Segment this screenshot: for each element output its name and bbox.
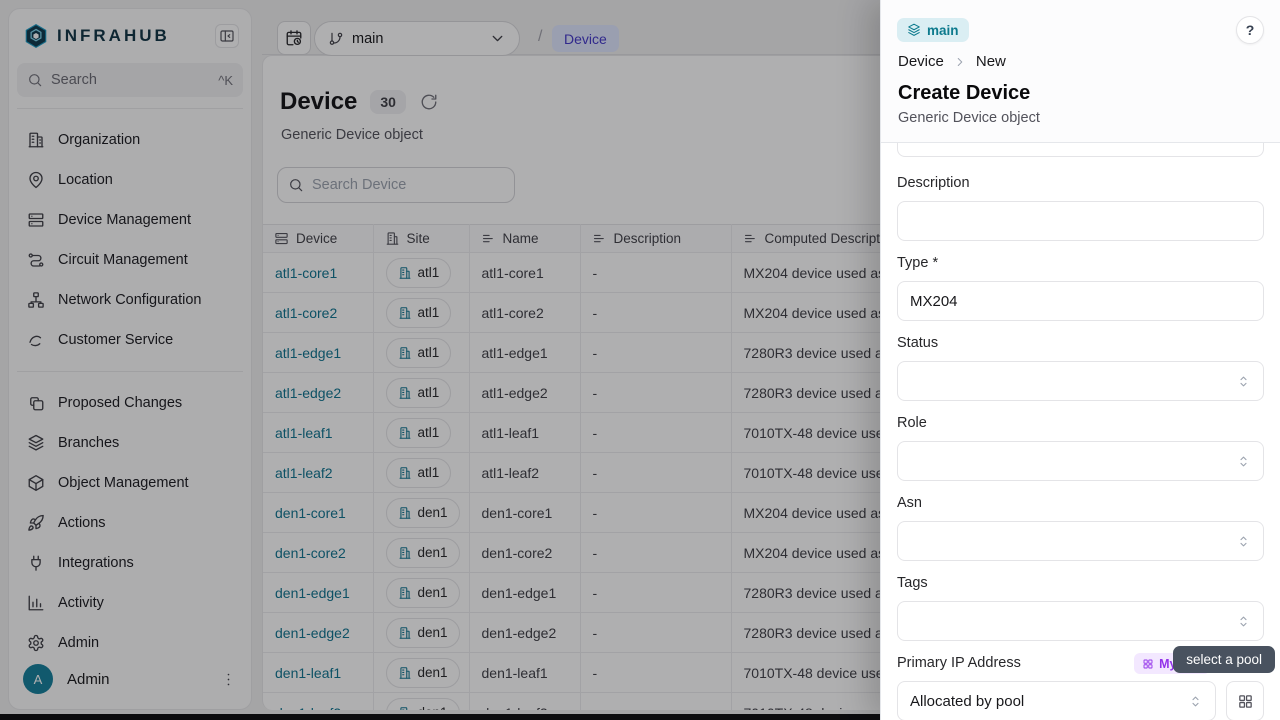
field-label: Status (897, 333, 1264, 353)
chevrons-up-down-icon (1236, 614, 1251, 629)
create-device-drawer: main ? Device New Create Device Generic … (880, 0, 1280, 720)
tags-select[interactable] (897, 601, 1264, 641)
field-primary-ip: Primary IP Address My IP a select a pool… (897, 653, 1264, 720)
chevrons-up-down-icon (1236, 534, 1251, 549)
chevrons-up-down-icon (1236, 454, 1251, 469)
description-input[interactable] (897, 201, 1264, 241)
field-role: Role (897, 413, 1264, 481)
chevrons-up-down-icon (1188, 694, 1203, 709)
field-label: Type * (897, 253, 1264, 273)
select-pool-button[interactable] (1226, 681, 1264, 720)
breadcrumb-current: New (976, 53, 1006, 70)
asn-select[interactable] (897, 521, 1264, 561)
drawer-header: main ? Device New Create Device Generic … (881, 0, 1280, 143)
drawer-subtitle: Generic Device object (898, 110, 1040, 126)
branch-chip: main (897, 18, 969, 42)
field-label: Role (897, 413, 1264, 433)
primary-ip-select[interactable]: Allocated by pool (897, 681, 1216, 720)
help-button[interactable]: ? (1236, 16, 1264, 44)
name-input-partial[interactable] (897, 143, 1264, 157)
role-select[interactable] (897, 441, 1264, 481)
create-device-form: Description Type * Status Role Asn (881, 143, 1280, 720)
layers-icon (907, 23, 921, 37)
status-select[interactable] (897, 361, 1264, 401)
field-label: Primary IP Address (897, 653, 1021, 673)
drawer-title: Create Device (898, 82, 1030, 105)
drawer-breadcrumb: Device New (898, 53, 1006, 70)
breadcrumb-parent[interactable]: Device (898, 53, 944, 70)
type-input[interactable] (897, 281, 1264, 321)
field-label: Tags (897, 573, 1264, 593)
field-asn: Asn (897, 493, 1264, 561)
field-type: Type * (897, 253, 1264, 321)
modal-overlay[interactable] (0, 0, 880, 720)
field-label: Asn (897, 493, 1264, 513)
field-description: Description (897, 173, 1264, 241)
field-label: Description (897, 173, 1264, 193)
chevron-right-icon (953, 55, 967, 69)
select-value: Allocated by pool (910, 693, 1188, 710)
field-status: Status (897, 333, 1264, 401)
field-tags: Tags (897, 573, 1264, 641)
pool-grid-icon (1142, 658, 1154, 670)
select-pool-tooltip: select a pool (1173, 646, 1275, 673)
chevrons-up-down-icon (1236, 374, 1251, 389)
